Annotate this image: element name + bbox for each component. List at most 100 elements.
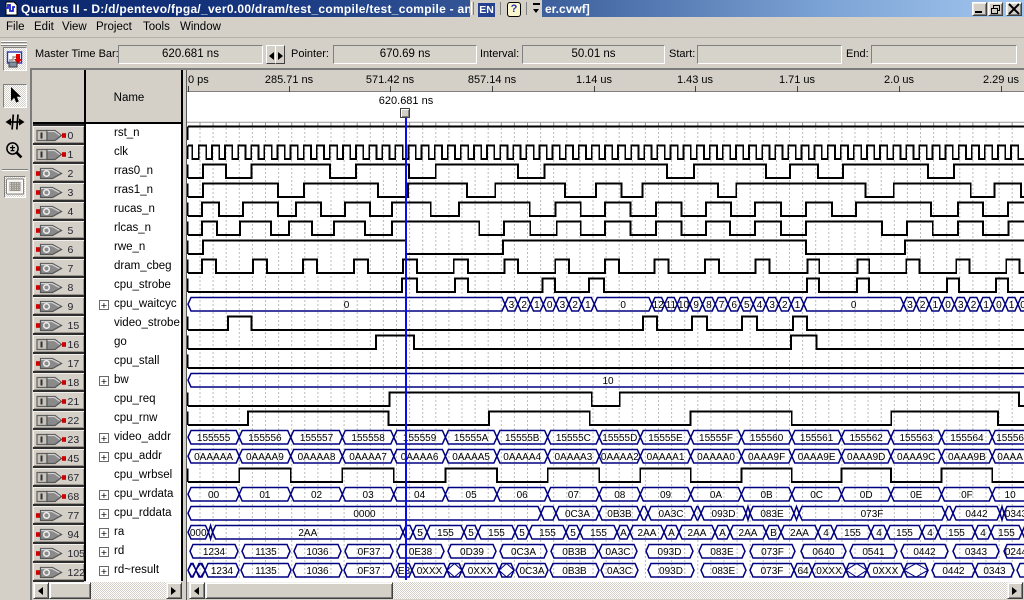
svg-text:155: 155 [488,528,505,539]
svg-text:04: 04 [414,490,426,501]
svg-text:155563: 155563 [900,433,934,444]
svg-text:0AAAA7: 0AAAA7 [349,452,387,463]
svg-text:15555D: 15555D [602,433,637,444]
svg-text:0XXX: 0XXX [873,566,899,577]
svg-text:05: 05 [466,490,478,501]
svg-text:0B: 0B [760,490,773,501]
svg-text:2: 2 [971,300,977,311]
svg-text:093D: 093D [712,509,736,520]
svg-text:0640: 0640 [812,547,835,558]
svg-text:155556: 155556 [248,433,282,444]
svg-text:B: B [770,528,777,539]
svg-text:02: 02 [311,490,323,501]
svg-text:3: 3 [907,300,913,311]
svg-text:0AAA9C: 0AAA9C [897,452,935,463]
svg-text:09: 09 [660,490,672,501]
svg-text:1135: 1135 [255,566,277,577]
svg-text:0C3A: 0C3A [511,547,536,558]
svg-text:15555F: 15555F [699,433,733,444]
svg-text:0C3A: 0C3A [519,566,544,577]
svg-text:0AAAA8: 0AAAA8 [298,452,336,463]
svg-text:A: A [620,528,627,539]
svg-text:083E: 083E [710,547,734,558]
svg-text:4: 4 [757,300,763,311]
svg-text:155560: 155560 [750,433,784,444]
svg-text:155: 155 [539,528,556,539]
svg-text:0AAA: 0AAA [997,452,1023,463]
svg-text:155: 155 [896,528,913,539]
svg-text:8: 8 [706,300,712,311]
svg-text:0AAAA9: 0AAAA9 [246,452,284,463]
svg-text:073F: 073F [861,509,884,520]
svg-text:4: 4 [876,528,882,539]
svg-text:0A: 0A [710,490,723,501]
svg-text:3: 3 [560,300,566,311]
svg-text:000: 000 [190,528,207,539]
svg-text:0AAAA5: 0AAAA5 [452,452,490,463]
svg-text:0XXX: 0XXX [816,566,842,577]
svg-text:10: 10 [1005,490,1017,501]
svg-text:0AAAA1: 0AAAA1 [647,452,685,463]
svg-text:6: 6 [731,300,737,311]
svg-text:0AAAA0: 0AAAA0 [697,452,735,463]
svg-text:0AAA9F: 0AAA9F [748,452,785,463]
svg-text:0: 0 [547,300,553,311]
svg-text:0AAA9B: 0AAA9B [948,452,986,463]
svg-text:0E38: 0E38 [409,547,433,558]
svg-text:093D: 093D [659,566,683,577]
svg-text:0: 0 [851,300,857,311]
svg-text:5: 5 [744,300,750,311]
svg-text:0C: 0C [810,490,823,501]
svg-text:15555E: 15555E [648,433,683,444]
svg-text:083E: 083E [712,566,736,577]
svg-text:0A3C: 0A3C [605,547,630,558]
svg-text:0AAAA4: 0AAAA4 [503,452,541,463]
svg-text:4: 4 [927,528,933,539]
svg-text:155: 155 [948,528,965,539]
svg-text:093D: 093D [658,547,682,558]
svg-text:15555A: 15555A [454,433,489,444]
svg-text:155: 155 [844,528,861,539]
svg-text:5: 5 [417,528,423,539]
svg-text:2: 2 [572,300,578,311]
svg-text:10: 10 [602,376,614,387]
svg-text:0: 0 [620,300,626,311]
svg-text:03: 03 [363,490,375,501]
svg-text:0F37: 0F37 [358,566,381,577]
svg-text:1: 1 [1009,300,1015,311]
svg-text:0C3A: 0C3A [565,509,590,520]
svg-text:155559: 155559 [403,433,437,444]
svg-text:5: 5 [519,528,525,539]
svg-text:155564: 155564 [950,433,984,444]
svg-text:0: 0 [996,300,1002,311]
svg-text:A: A [668,528,675,539]
svg-text:0000: 0000 [353,509,376,520]
svg-text:01: 01 [259,490,271,501]
svg-text:3: 3 [509,300,515,311]
svg-text:155558: 155558 [351,433,385,444]
svg-text:0: 0 [1020,300,1024,311]
svg-text:1135: 1135 [255,547,277,558]
svg-text:0AAA9D: 0AAA9D [847,452,885,463]
svg-text:06: 06 [517,490,529,501]
svg-text:0442: 0442 [942,566,965,577]
svg-text:155562: 155562 [850,433,884,444]
svg-text:5: 5 [468,528,474,539]
svg-text:155557: 155557 [300,433,334,444]
svg-text:3: 3 [769,300,775,311]
svg-text:155: 155 [437,528,454,539]
svg-text:0B3B: 0B3B [562,547,587,558]
svg-text:1: 1 [933,300,939,311]
svg-text:0244: 0244 [1005,547,1024,558]
svg-text:12: 12 [653,300,665,311]
svg-text:0B3B: 0B3B [607,509,632,520]
svg-text:15555C: 15555C [556,433,591,444]
svg-text:2: 2 [782,300,788,311]
svg-text:11: 11 [666,300,677,311]
svg-text:0343: 0343 [965,547,988,558]
svg-text:0A3C: 0A3C [607,566,632,577]
svg-text:0D39: 0D39 [460,547,484,558]
svg-text:1: 1 [795,300,801,311]
svg-text:0D: 0D [860,490,873,501]
svg-text:64: 64 [797,566,809,577]
